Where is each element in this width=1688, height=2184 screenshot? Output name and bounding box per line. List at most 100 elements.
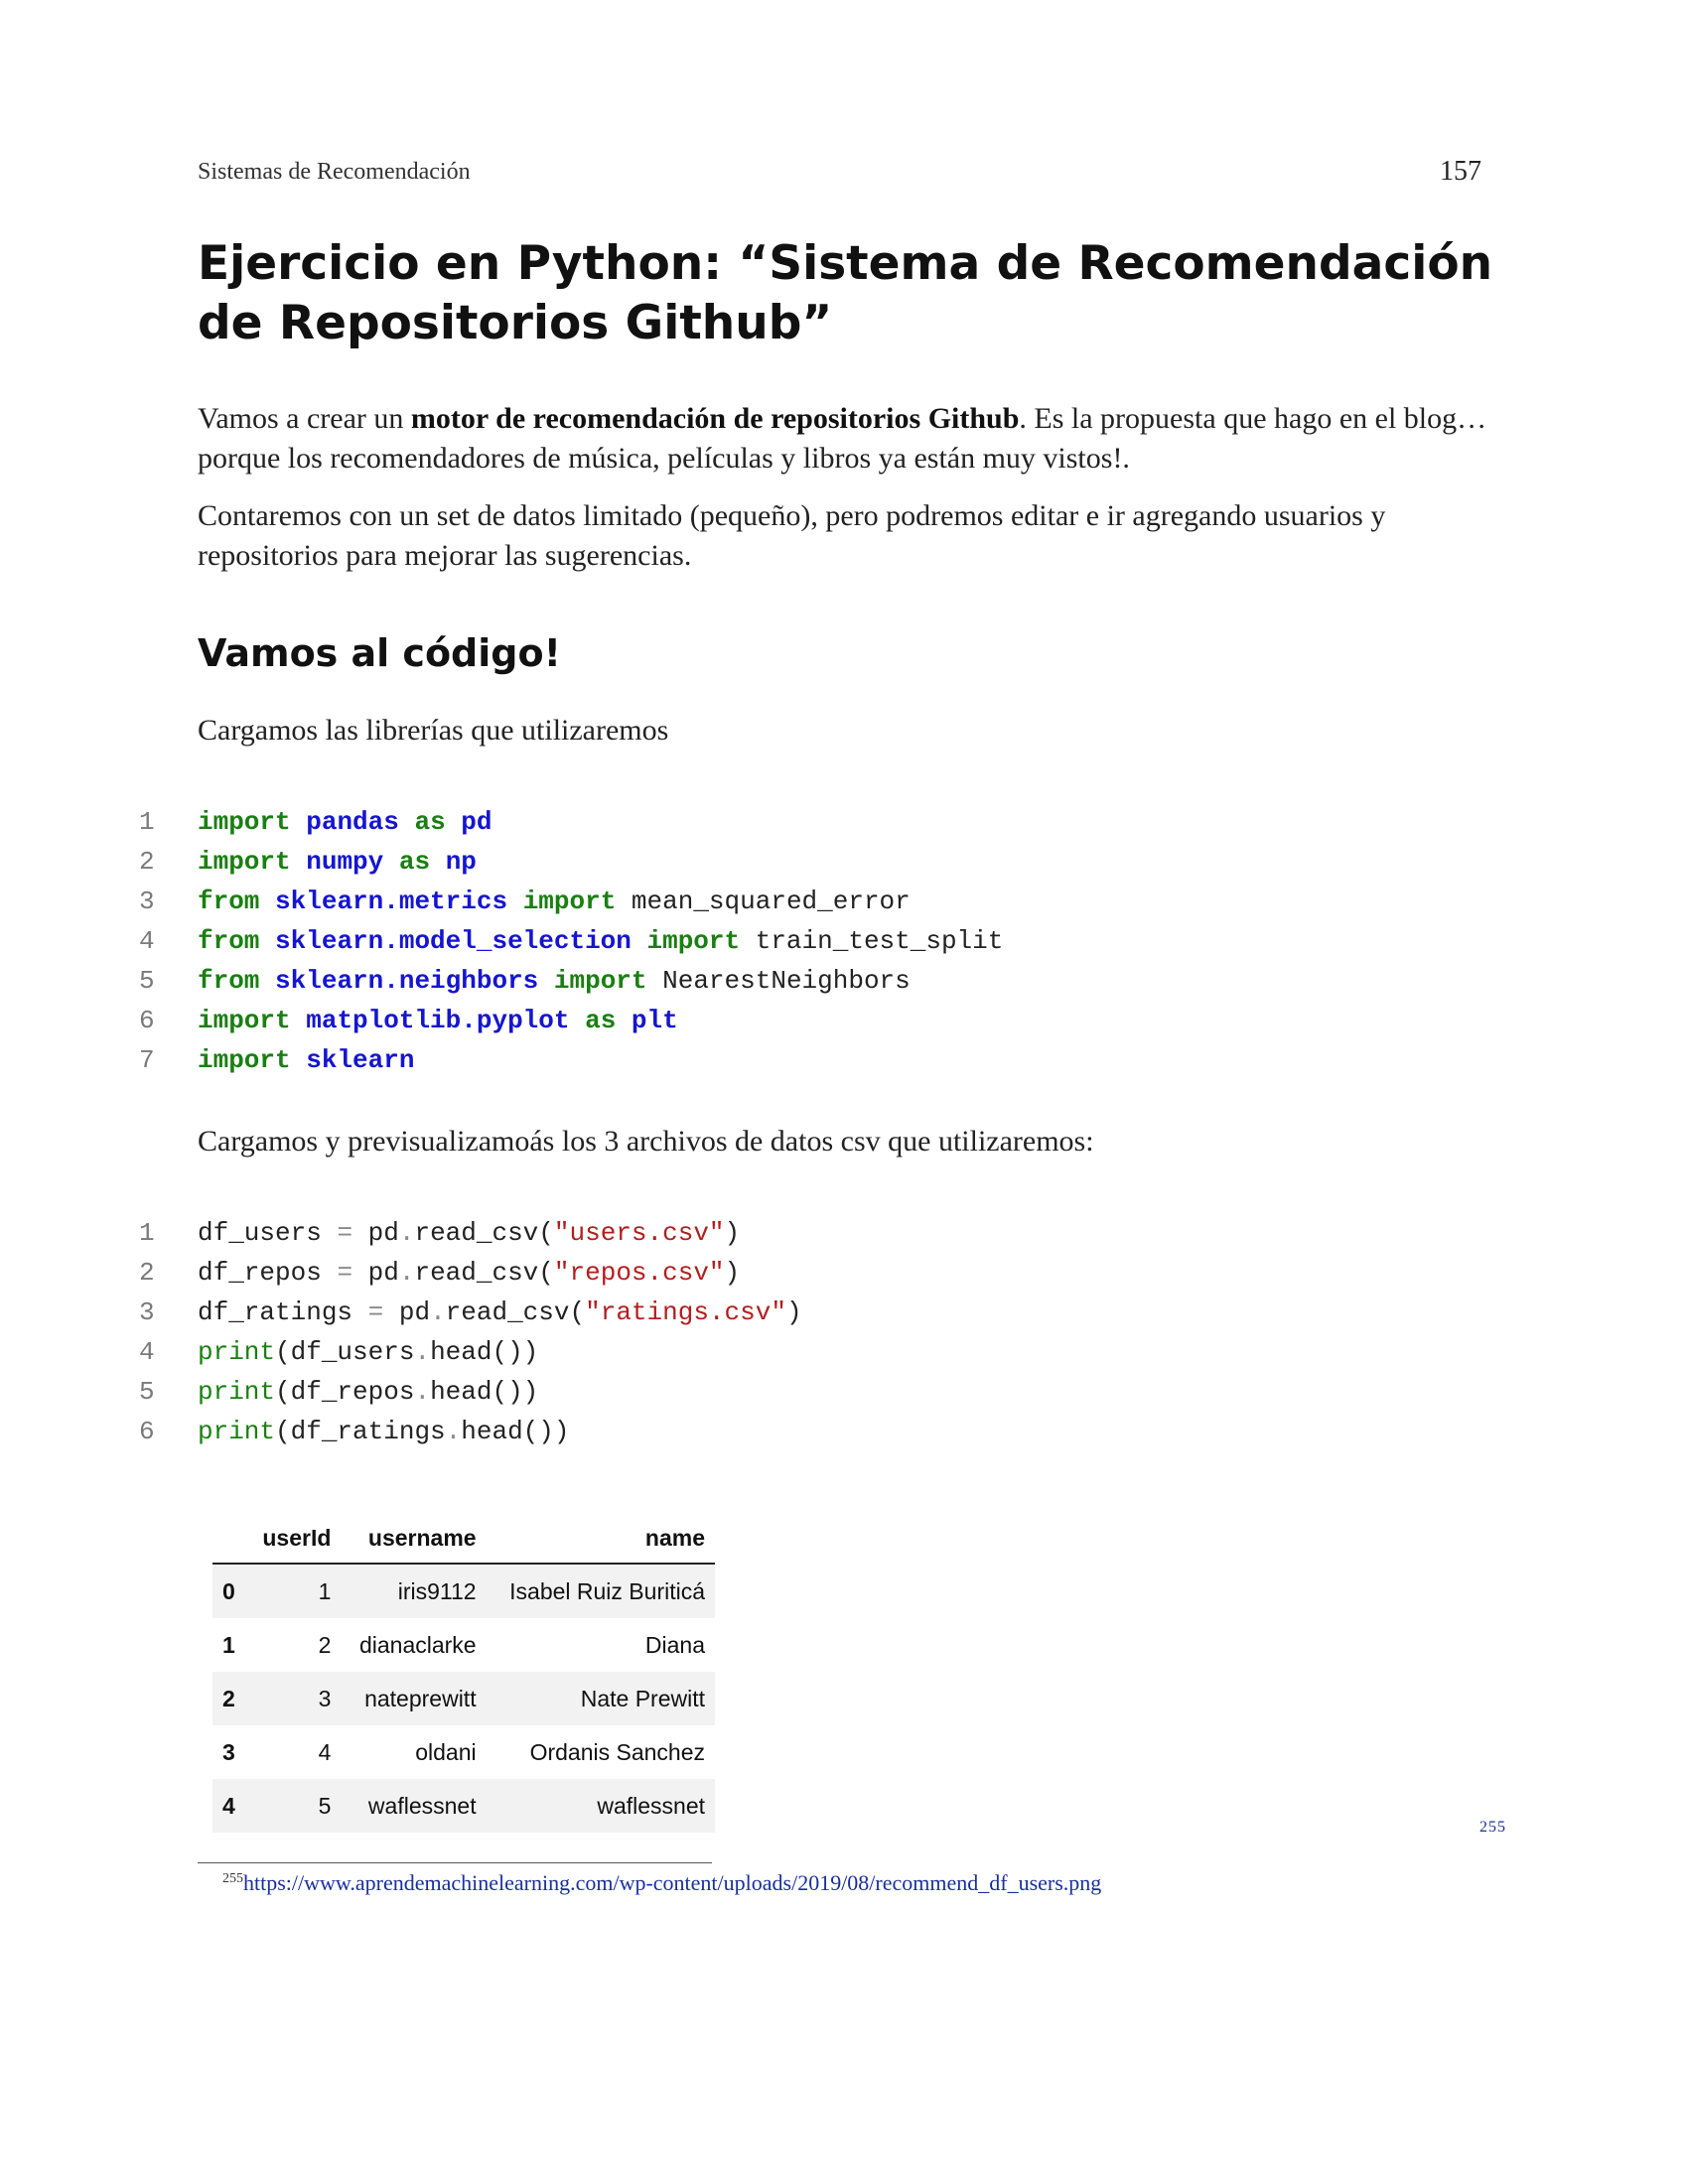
table-cell: Diana [644,1631,705,1658]
page-number: 157 [1440,156,1481,187]
table-row: 1 2 dianaclarke Diana [212,1618,715,1672]
code-token: matplotlib.pyplot [306,1006,570,1035]
column-header: username [341,1513,487,1565]
code-token: . [445,1417,462,1446]
code-token: from [198,926,260,956]
footnote-link[interactable]: https://www.aprendemachinelearning.com/w… [243,1870,1101,1895]
code-line: 4 print(df_users.head()) [139,1332,1430,1372]
code-line: 5 print(df_repos.head()) [139,1372,1430,1412]
code-token: as [585,1006,617,1035]
column-header: name [486,1513,715,1565]
code-token: . [398,1258,415,1288]
code-token: pd [461,807,492,837]
code-line: 4 from sklearn.model_selection import tra… [139,921,1430,961]
code-line: 1 import pandas as pd [139,802,1430,842]
table-row: 2 3 nateprewitt Nate Prewitt [212,1672,715,1725]
code-line: 3 df_ratings = pd.read_csv("ratings.csv") [139,1293,1430,1332]
code-token: train_test_split [740,926,1004,956]
table-cell: iris9112 [397,1577,477,1604]
code-token: print [198,1377,276,1407]
code-token: pd [352,1258,399,1288]
table-row: 4 5 waflessnet waflessnet [212,1779,715,1833]
code-token: df_repos [198,1258,338,1288]
table-cell: dianaclarke [358,1631,477,1658]
code-token: = [337,1258,353,1288]
code-token: from [198,966,260,996]
running-header: Sistemas de Recomendación [198,159,471,185]
code-line: 5 from sklearn.neighbors import NearestNe… [139,961,1430,1001]
code-token: plt [631,1006,678,1035]
table-cell: nateprewitt [364,1685,477,1711]
code-token: head()) [461,1417,570,1446]
table-cell: Isabel Ruiz Buriticá [509,1577,705,1604]
row-index: 3 [222,1738,235,1765]
code-token: "ratings.csv" [585,1297,786,1327]
code-token: import [646,926,741,956]
line-number: 3 [139,1297,155,1327]
code-token: (df_repos [275,1377,415,1407]
code-token: from [198,887,260,916]
code-token: = [367,1297,384,1327]
chapter-title: Ejercicio en Python: “Sistema de Recomen… [198,236,1493,350]
table-cell: waflessnet [367,1792,477,1819]
code-token: "repos.csv" [553,1258,725,1288]
code-token: "users.csv" [553,1218,725,1248]
table-cell: 3 [318,1685,332,1711]
line-number: 5 [139,1377,155,1407]
line-number: 6 [139,1417,155,1446]
code-token: import [198,807,291,837]
row-index: 1 [222,1631,235,1658]
code-token: . [414,1337,431,1367]
code-token: df_ratings [198,1297,368,1327]
code-block-csv: 1 df_users = pd.read_csv("users.csv") 2 df_… [139,1213,1430,1451]
code-token: ) [724,1218,741,1248]
code-token: sklearn [306,1045,415,1075]
code-token: sklearn.neighbors [275,966,539,996]
table-cell: 4 [318,1738,332,1765]
libraries-text: Cargamos las librerías que utilizaremos [198,714,669,747]
code-token: read_csv( [414,1218,554,1248]
code-token: as [398,847,431,877]
intro-text-pre: Vamos a crear un [198,402,411,435]
code-token: read_csv( [414,1258,554,1288]
table-cell: waflessnet [597,1792,705,1819]
line-number: 5 [139,966,155,996]
code-token: numpy [306,847,384,877]
footnote: 255https://www.aprendemachinelearning.co… [222,1870,1101,1896]
code-line: 3 from sklearn.metrics import mean_square… [139,882,1430,921]
code-token: np [445,847,477,877]
code-token: import [522,887,617,916]
table-body: 0 1 iris9112 Isabel Ruiz Buriticá 1 2 dianacla… [212,1564,715,1833]
code-token: pd [352,1218,399,1248]
code-token: df_users [198,1218,338,1248]
line-number: 1 [139,1218,155,1248]
code-token: as [414,807,446,837]
table-row: 3 4 oldani Ordanis Sanchez [212,1725,715,1779]
code-line: 1 df_users = pd.read_csv("users.csv") [139,1213,1430,1253]
code-token: mean_squared_error [616,887,911,916]
line-number: 1 [139,807,155,837]
footnote-divider [198,1862,712,1863]
code-line: 6 print(df_ratings.head()) [139,1412,1430,1451]
csv-text: Cargamos y previsualizamoás los 3 archiv… [198,1125,1094,1158]
line-number: 4 [139,1337,155,1367]
code-block-imports: 1 import pandas as pd 2 import numpy as np 3… [139,802,1430,1080]
code-token: head()) [430,1337,539,1367]
code-token: (df_users [275,1337,415,1367]
code-token: pandas [306,807,399,837]
line-number: 3 [139,887,155,916]
code-token: ) [724,1258,741,1288]
code-token: head()) [430,1377,539,1407]
column-header [212,1513,247,1565]
code-token: NearestNeighbors [646,966,911,996]
footnote-marker: 255 [1479,1819,1506,1836]
